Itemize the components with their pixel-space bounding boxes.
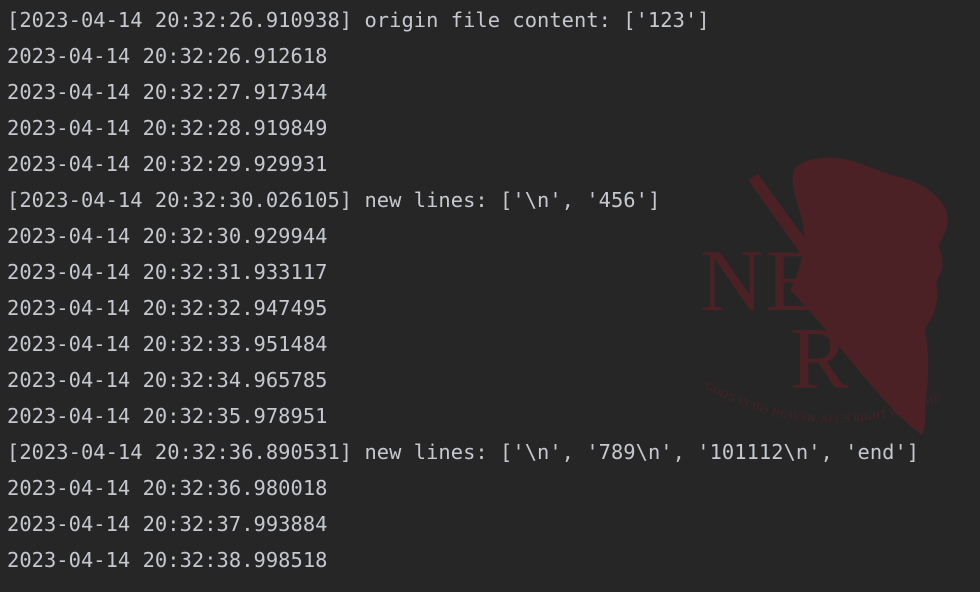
console-line[interactable]: 2023-04-14 20:32:28.919849 bbox=[7, 110, 980, 146]
console-line[interactable]: 2023-04-14 20:32:29.929931 bbox=[7, 146, 980, 182]
console-lines: [2023-04-14 20:32:26.910938] origin file… bbox=[7, 2, 980, 578]
console-line[interactable]: 2023-04-14 20:32:34.965785 bbox=[7, 362, 980, 398]
console-line[interactable]: 2023-04-14 20:32:36.980018 bbox=[7, 470, 980, 506]
console-line[interactable]: 2023-04-14 20:32:26.912618 bbox=[7, 38, 980, 74]
console-line[interactable]: 2023-04-14 20:32:32.947495 bbox=[7, 290, 980, 326]
console-line[interactable]: 2023-04-14 20:32:27.917344 bbox=[7, 74, 980, 110]
console-output[interactable]: NE RV GOD'S IN HIS HEAVEN. ALL'S RIGHT W… bbox=[0, 0, 980, 592]
console-line[interactable]: [2023-04-14 20:32:36.890531] new lines: … bbox=[7, 434, 980, 470]
console-line[interactable]: 2023-04-14 20:32:38.998518 bbox=[7, 542, 980, 578]
console-line[interactable]: 2023-04-14 20:32:30.929944 bbox=[7, 218, 980, 254]
console-line[interactable]: 2023-04-14 20:32:37.993884 bbox=[7, 506, 980, 542]
console-line[interactable]: 2023-04-14 20:32:31.933117 bbox=[7, 254, 980, 290]
console-line[interactable]: [2023-04-14 20:32:26.910938] origin file… bbox=[7, 2, 980, 38]
console-line[interactable]: 2023-04-14 20:32:33.951484 bbox=[7, 326, 980, 362]
console-line[interactable]: [2023-04-14 20:32:30.026105] new lines: … bbox=[7, 182, 980, 218]
console-line[interactable]: 2023-04-14 20:32:35.978951 bbox=[7, 398, 980, 434]
